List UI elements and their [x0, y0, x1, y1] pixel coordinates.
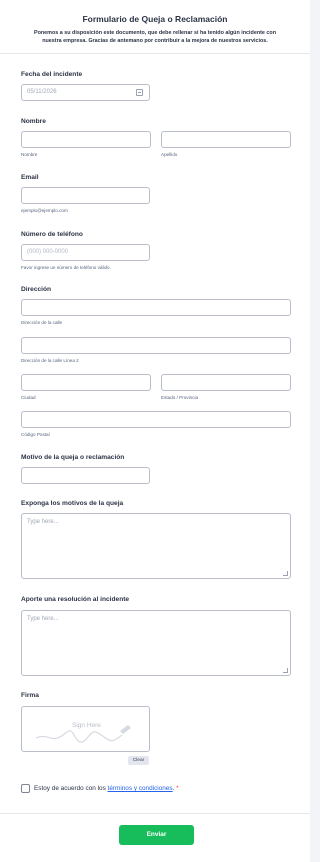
- motivo-label: Motivo de la queja o reclamación: [21, 454, 125, 461]
- terms-checkbox[interactable]: [21, 784, 30, 793]
- last-name-sublabel: Apellido: [161, 152, 178, 157]
- required-mark: *: [176, 785, 179, 792]
- terms-suffix: .: [172, 785, 175, 792]
- footer-divider: [0, 813, 310, 814]
- resize-handle-icon[interactable]: [283, 668, 288, 673]
- form-card: Formulario de Queja o Reclamación Ponemo…: [0, 0, 310, 862]
- form-header: Formulario de Queja o Reclamación Ponemo…: [0, 0, 310, 54]
- terms-link[interactable]: términos y condiciones: [108, 785, 173, 792]
- date-value: 05/11/2026: [27, 89, 57, 95]
- telefono-label: Número de teléfono: [21, 231, 83, 238]
- street-sublabel: Dirección de la calle: [21, 320, 63, 325]
- clear-signature-button[interactable]: Clear: [128, 756, 149, 765]
- city-sublabel: Ciudad: [21, 395, 36, 400]
- resolucion-placeholder: Type here...: [27, 616, 59, 622]
- terms-prefix: Estoy de acuerdo con los: [34, 785, 108, 792]
- exponga-label: Exponga los motivos de la queja: [21, 500, 124, 507]
- last-name-input[interactable]: [161, 131, 291, 148]
- signature-squiggle-icon: [35, 725, 131, 743]
- phone-input[interactable]: (000) 000-0000: [21, 244, 150, 261]
- form-title: Formulario de Queja o Reclamación: [82, 14, 228, 24]
- street-input[interactable]: [21, 299, 291, 316]
- street2-sublabel: Dirección de la calle Línea 2: [21, 358, 79, 363]
- nombre-label: Nombre: [21, 118, 46, 125]
- sign-here-text: Sign Here: [72, 722, 101, 729]
- direccion-label: Dirección: [21, 286, 52, 293]
- firma-label: Firma: [21, 692, 39, 699]
- exponga-textarea[interactable]: Type here...: [21, 513, 291, 579]
- terms-text: Estoy de acuerdo con los términos y cond…: [34, 785, 179, 792]
- first-name-input[interactable]: [21, 131, 151, 148]
- signature-pad[interactable]: Sign Here: [21, 706, 150, 752]
- first-name-sublabel: Nombre: [21, 152, 38, 157]
- form-subtitle: Ponemos a su disposición este documento,…: [33, 30, 277, 44]
- city-input[interactable]: [21, 374, 151, 391]
- email-input[interactable]: [21, 187, 150, 204]
- date-input[interactable]: 05/11/2026: [21, 84, 150, 101]
- email-sublabel: ejemplo@ejemplo.com: [21, 208, 68, 213]
- exponga-placeholder: Type here...: [27, 519, 59, 525]
- submit-button[interactable]: Enviar: [119, 825, 194, 845]
- motivo-input[interactable]: [21, 467, 150, 484]
- resolucion-textarea[interactable]: Type here...: [21, 610, 291, 676]
- resize-handle-icon[interactable]: [283, 571, 288, 576]
- resolucion-label: Aporte una resolución al incidente: [21, 596, 130, 603]
- street2-input[interactable]: [21, 337, 291, 354]
- fecha-label: Fecha del incidente: [21, 71, 83, 78]
- state-input[interactable]: [161, 374, 291, 391]
- calendar-icon[interactable]: [136, 89, 143, 96]
- email-label: Email: [21, 174, 39, 181]
- phone-sublabel: Favor ingrese un número de teléfono váli…: [21, 265, 111, 270]
- state-sublabel: Estado / Provincia: [161, 395, 199, 400]
- zip-input[interactable]: [21, 411, 291, 428]
- zip-sublabel: Código Postal: [21, 432, 50, 437]
